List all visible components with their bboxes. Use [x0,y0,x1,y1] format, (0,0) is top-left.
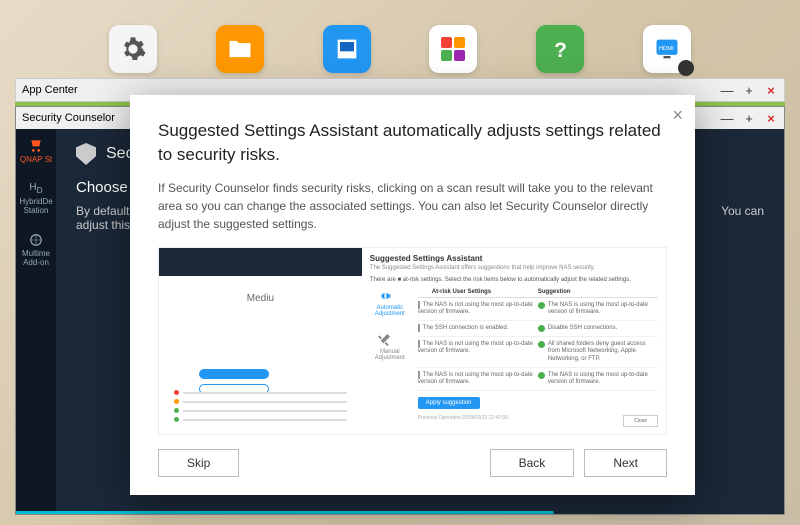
screen-svg: HDMI [653,35,681,63]
apply-suggestion-button: Apply suggestion [418,397,480,409]
maximize-button[interactable]: + [742,83,756,98]
sidebar-label: QNAP St [20,155,52,164]
preview-close-button: Close [623,415,658,427]
minimize-button[interactable]: — [720,83,734,98]
preview-panel-sub: The Suggested Settings Assistant offers … [370,265,658,271]
svg-text:HDMI: HDMI [658,46,673,52]
preview-hint: There are ■ at-risk settings. Select the… [370,277,658,283]
folder-icon[interactable] [216,25,264,73]
appcenter-sidebar: QNAP St HD HybridDe Station Multime Add-… [16,129,56,514]
preview-panel-title: Suggested Settings Assistant [370,254,658,263]
manual-adjust-icon [375,331,393,349]
svg-text:?: ? [554,39,567,62]
appcenter-window-controls: — + × [720,83,778,98]
preview-table-row: The NAS is not using the most up-to-date… [418,298,658,321]
sidebar-label: Multime Add-on [22,249,50,267]
modal-preview-image: Mediu Suggested Settings Assistant The S… [158,247,667,435]
preview-assistant-panel: Suggested Settings Assistant The Suggest… [362,248,666,434]
preview-button [199,369,269,379]
body-text: You can [721,204,764,232]
seccounselor-title: Security Counselor [22,112,115,124]
close-button[interactable]: × [764,83,778,98]
appcenter-title: App Center [22,84,78,96]
preview-risk-level: Mediu [247,293,274,304]
preview-timestamp: Previous Operation:2018/02/23 12:42:30 [418,415,508,427]
sidebar-item-qnapstore[interactable]: QNAP St [20,137,52,164]
preview-table: At-risk User Settings Suggestion The NAS… [418,287,658,428]
progress-bar [16,511,784,514]
close-icon[interactable]: × [672,105,683,126]
skip-button[interactable]: Skip [158,449,239,477]
col-header: Suggestion [538,289,571,295]
preview-table-row: The NAS is not using the most up-to-date… [418,368,658,391]
preview-dashboard: Mediu [159,248,362,434]
gear-svg [119,35,147,63]
cart-icon [28,137,44,153]
maximize-button[interactable]: + [742,111,756,126]
preview-side-tabs: Automatic Adjustment Manual Adjustment [370,287,410,428]
suggested-settings-modal: × Suggested Settings Assistant automatic… [130,95,695,495]
grid-svg [441,37,465,61]
help-svg: ? [546,35,574,63]
storage-svg: io [333,35,361,63]
sidebar-item-multimedia[interactable]: Multime Add-on [22,233,50,267]
folder-svg [226,35,254,63]
modal-title: Suggested Settings Assistant automatical… [158,119,667,167]
preview-table-row: The SSH connection is enabled.Disable SS… [418,321,658,337]
seccounselor-window-controls: — + × [720,111,778,126]
shield-icon [76,143,96,165]
minimize-button[interactable]: — [720,111,734,126]
aperture-icon [29,233,43,247]
apps-grid-icon[interactable] [429,25,477,73]
download-badge-icon [678,60,694,76]
hd-icon: HD [29,182,42,195]
next-button[interactable]: Next [584,449,667,477]
sidebar-label: HybridDe Station [19,197,52,215]
desktop-taskbar: io ? HDMI [0,25,800,73]
modal-footer: Skip Back Next [158,449,667,477]
modal-description: If Security Counselor finds security ris… [158,179,667,233]
back-button[interactable]: Back [490,449,575,477]
body-text: adjust this [76,218,130,232]
storage-icon[interactable]: io [323,25,371,73]
body-text: By default [76,204,130,218]
gear-icon[interactable] [109,25,157,73]
help-icon[interactable]: ? [536,25,584,73]
svg-text:io: io [349,54,354,60]
sidebar-item-hybrid[interactable]: HD HybridDe Station [19,182,52,215]
close-button[interactable]: × [764,111,778,126]
col-header: At-risk User Settings [418,289,538,295]
hdmi-icon[interactable]: HDMI [643,25,691,73]
auto-adjust-icon [375,287,393,305]
preview-table-row: The NAS is not using the most up-to-date… [418,337,658,368]
